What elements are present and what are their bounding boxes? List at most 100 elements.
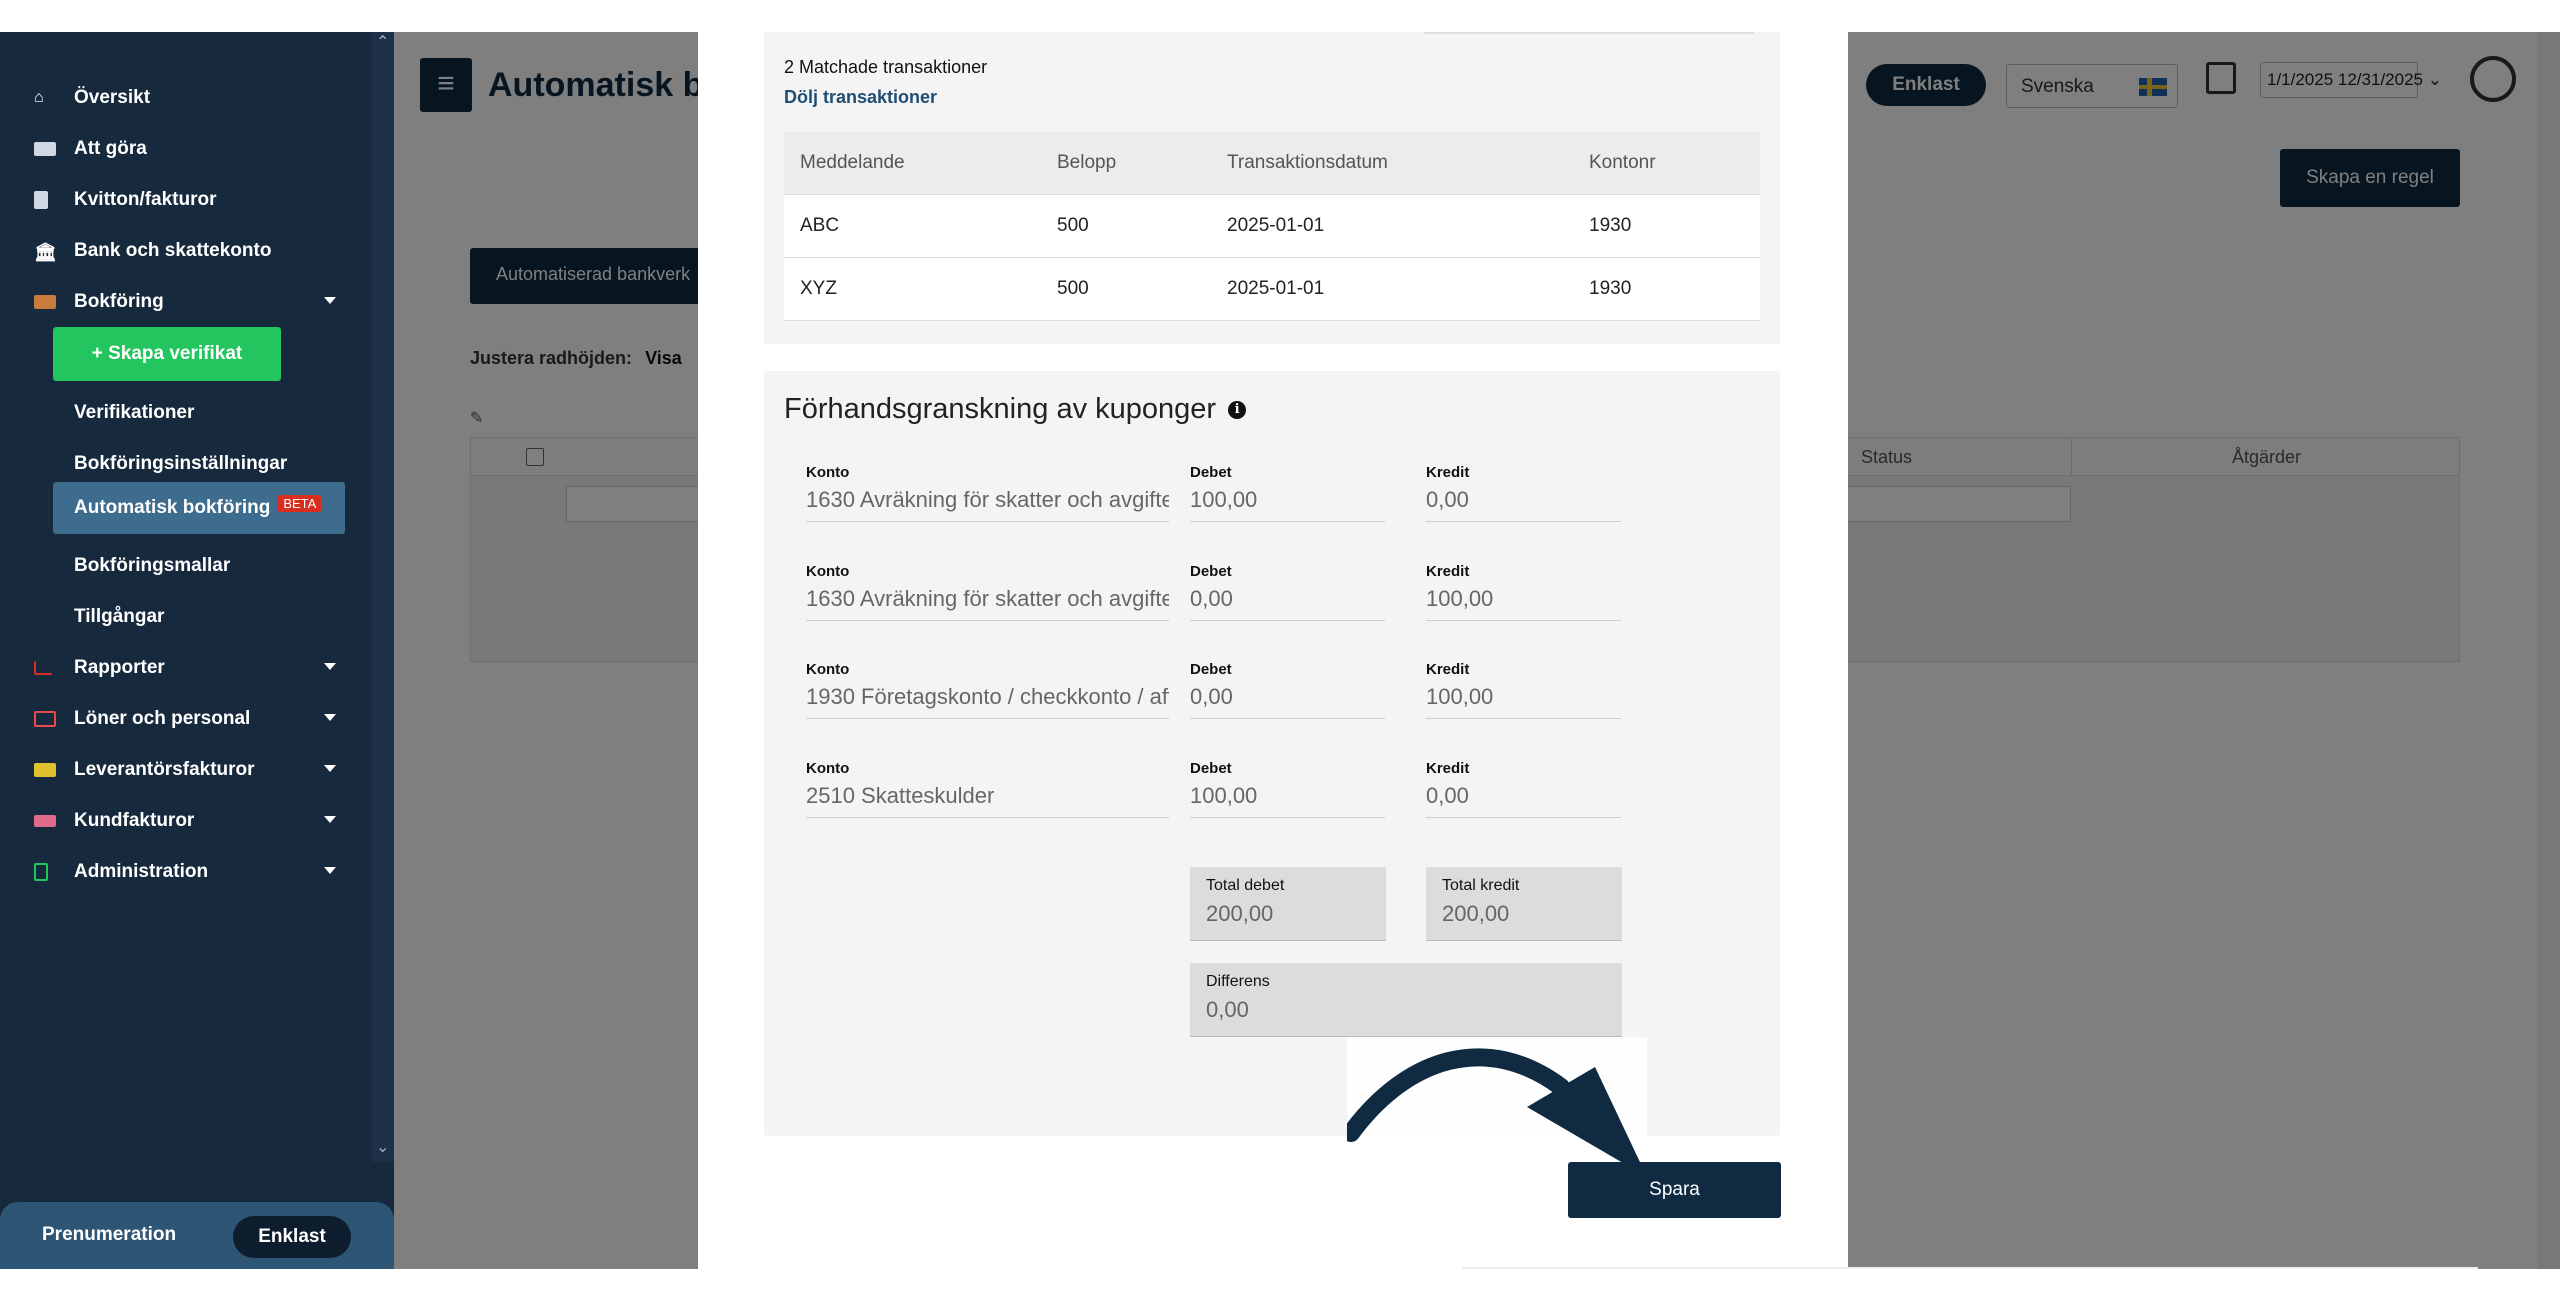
customer-invoice-icon: [34, 815, 56, 827]
account-label: Konto: [806, 661, 850, 678]
book-icon: [34, 295, 56, 309]
sidebar-scrollbar[interactable]: ⌃ ⌄: [372, 32, 394, 1162]
hide-transactions-link[interactable]: Dölj transaktioner: [784, 87, 937, 108]
sidebar: ⌃ ⌄ ⌂ Översikt Att göra Kvitton/fakturor…: [0, 32, 394, 1269]
sidebar-item-label: Administration: [74, 861, 209, 882]
app-window: ⌃ ⌄ ⌂ Översikt Att göra Kvitton/fakturor…: [0, 32, 2560, 1269]
credit-field[interactable]: Kredit 0,00: [1426, 464, 1621, 522]
home-icon: ⌂: [34, 89, 44, 106]
credit-value: 0,00: [1426, 783, 1621, 818]
credit-label: Kredit: [1426, 563, 1470, 580]
receipt-icon: [34, 191, 48, 209]
chevron-down-icon: [324, 714, 336, 721]
sidebar-item-loner[interactable]: Löner och personal: [0, 696, 360, 742]
account-field[interactable]: Konto 2510 Skatteskulder: [806, 760, 1169, 818]
transactions-table: Meddelande Belopp Transaktionsdatum Kont…: [784, 132, 1760, 321]
account-value: 2510 Skatteskulder: [806, 783, 1169, 818]
debit-value: 100,00: [1190, 487, 1385, 522]
sidebar-item-bokforingsmallar[interactable]: Bokföringsmallar: [74, 543, 230, 589]
account-field[interactable]: Konto 1630 Avräkning för skatter och avg…: [806, 563, 1169, 621]
sidebar-item-label: Kundfakturor: [74, 810, 195, 831]
table-cell: 2025-01-01: [1211, 194, 1573, 258]
table-row: XYZ 500 2025-01-01 1930: [784, 257, 1760, 321]
sidebar-item-label: Löner och personal: [74, 708, 251, 729]
sidebar-item-att-gora[interactable]: Att göra: [0, 126, 360, 172]
sidebar-item-kvitton[interactable]: Kvitton/fakturor: [0, 177, 360, 223]
subscription-label[interactable]: Prenumeration: [42, 1224, 176, 1246]
sidebar-item-label: Bank och skattekonto: [74, 240, 272, 261]
beta-badge: BETA: [278, 494, 322, 512]
matched-transactions-panel: 2 Matchade transaktioner Dölj transaktio…: [764, 32, 1780, 344]
voucher-modal: 2 Matchade transaktioner Dölj transaktio…: [698, 32, 2478, 1269]
debit-label: Debet: [1190, 661, 1232, 678]
table-cell: 1930: [1573, 257, 1760, 321]
sidebar-item-label: Att göra: [74, 138, 147, 159]
credit-value: 100,00: [1426, 684, 1621, 719]
sidebar-item-administration[interactable]: Administration: [0, 849, 360, 895]
debit-field[interactable]: Debet 0,00: [1190, 661, 1385, 719]
debit-value: 0,00: [1190, 684, 1385, 719]
sidebar-item-bokforing[interactable]: Bokföring: [0, 279, 360, 325]
difference-box: Differens 0,00: [1190, 963, 1622, 1037]
credit-field[interactable]: Kredit 100,00: [1426, 661, 1621, 719]
sidebar-item-verifikationer[interactable]: Verifikationer: [74, 390, 194, 436]
list-icon: [34, 142, 56, 156]
table-cell: 500: [1041, 194, 1211, 258]
total-credit-value: 200,00: [1442, 901, 1510, 926]
table-cell: 2025-01-01: [1211, 257, 1573, 321]
admin-icon: [34, 863, 48, 881]
pointer-arrow-icon: [1347, 1037, 1647, 1169]
column-header: Kontonr: [1573, 132, 1760, 195]
sidebar-item-kundfakturor[interactable]: Kundfakturor: [0, 798, 360, 844]
sidebar-item-leverantorsfakturor[interactable]: Leverantörsfakturor: [0, 747, 360, 793]
table-header-row: Meddelande Belopp Transaktionsdatum Kont…: [784, 132, 1760, 195]
voucher-preview-panel: Förhandsgranskning av kuponger i Konto 1…: [764, 371, 1780, 1136]
save-button[interactable]: Spara: [1568, 1162, 1781, 1218]
preview-title: Förhandsgranskning av kuponger i: [784, 393, 1247, 426]
sidebar-item-rapporter[interactable]: Rapporter: [0, 645, 360, 691]
sidebar-item-automatisk-bokforing[interactable]: Automatisk bokföring BETA: [53, 482, 345, 534]
chevron-down-icon: [324, 765, 336, 772]
chevron-down-icon: [324, 816, 336, 823]
scroll-up-icon[interactable]: ⌃: [376, 32, 389, 51]
card-icon: [34, 711, 56, 727]
create-voucher-button[interactable]: + Skapa verifikat: [53, 327, 281, 381]
bank-icon: 🏛: [34, 242, 57, 262]
supplier-invoice-icon: [34, 763, 56, 777]
debit-field[interactable]: Debet 0,00: [1190, 563, 1385, 621]
sidebar-item-bokforingsinstallningar[interactable]: Bokföringsinställningar: [74, 441, 287, 487]
sidebar-item-bank[interactable]: 🏛 Bank och skattekonto: [0, 228, 360, 274]
credit-value: 0,00: [1426, 487, 1621, 522]
total-credit-label: Total kredit: [1442, 877, 1520, 894]
table-row: ABC 500 2025-01-01 1930: [784, 194, 1760, 258]
chevron-down-icon: [324, 867, 336, 874]
credit-label: Kredit: [1426, 760, 1470, 777]
difference-label: Differens: [1206, 973, 1270, 990]
sidebar-item-label: Leverantörsfakturor: [74, 759, 255, 780]
info-icon[interactable]: i: [1228, 400, 1247, 419]
account-label: Konto: [806, 563, 850, 580]
credit-field[interactable]: Kredit 100,00: [1426, 563, 1621, 621]
sidebar-item-label: Översikt: [74, 87, 151, 108]
credit-label: Kredit: [1426, 661, 1470, 678]
matched-count: 2 Matchade transaktioner: [784, 57, 988, 77]
table-cell: ABC: [784, 194, 1041, 258]
preview-title-text: Förhandsgranskning av kuponger: [784, 393, 1217, 425]
account-field[interactable]: Konto 1630 Avräkning för skatter och avg…: [806, 464, 1169, 522]
debit-field[interactable]: Debet 100,00: [1190, 464, 1385, 522]
column-header: Transaktionsdatum: [1211, 132, 1573, 195]
debit-value: 0,00: [1190, 586, 1385, 621]
plan-badge[interactable]: Enklast: [233, 1216, 351, 1258]
account-field[interactable]: Konto 1930 Företagskonto / checkkonto / …: [806, 661, 1169, 719]
modal-bottom-edge: [1462, 1267, 2478, 1269]
column-header: Meddelande: [784, 132, 1041, 195]
sidebar-item-oversikt[interactable]: ⌂ Översikt: [0, 75, 360, 121]
chevron-down-icon: [324, 663, 336, 670]
table-cell: 1930: [1573, 194, 1760, 258]
debit-field[interactable]: Debet 100,00: [1190, 760, 1385, 818]
scroll-down-icon[interactable]: ⌄: [376, 1137, 389, 1156]
difference-value: 0,00: [1206, 997, 1249, 1022]
account-label: Konto: [806, 760, 850, 777]
credit-field[interactable]: Kredit 0,00: [1426, 760, 1621, 818]
sidebar-item-tillgangar[interactable]: Tillgångar: [74, 594, 164, 640]
